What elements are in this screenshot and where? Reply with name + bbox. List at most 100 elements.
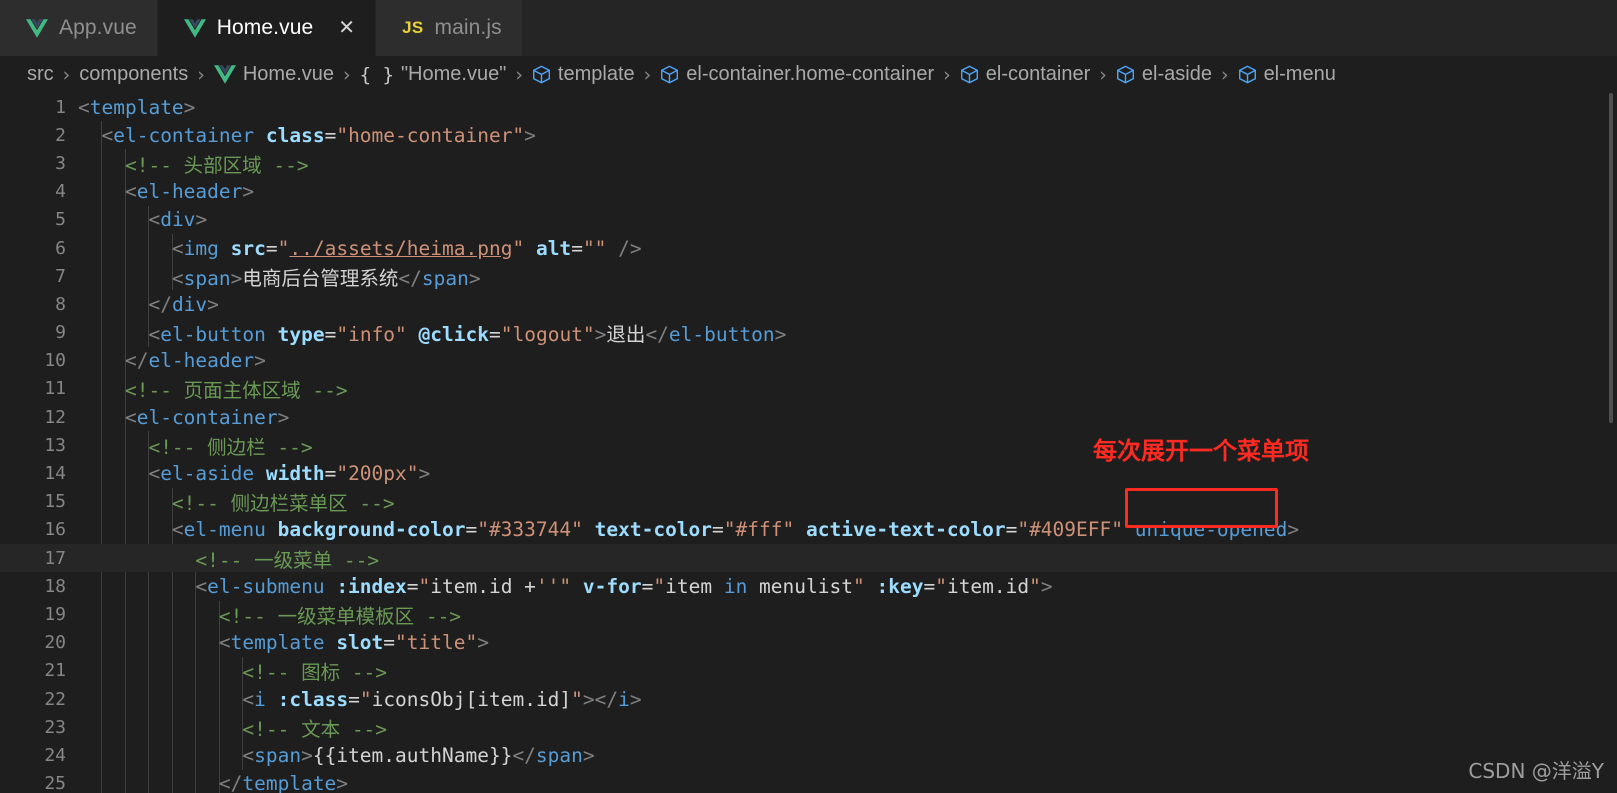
code-line-content: </template> <box>78 772 1617 793</box>
code-token: = <box>489 323 501 347</box>
breadcrumb-separator: › <box>343 63 351 86</box>
code-token: item <box>665 574 724 598</box>
code-line[interactable]: 4 <el-header> <box>0 178 1617 206</box>
code-token: template <box>230 631 325 655</box>
code-line[interactable]: 11 <!-- 页面主体区域 --> <box>0 375 1617 403</box>
code-token: > <box>1040 574 1053 598</box>
code-line[interactable]: 2 <el-container class="home-container"> <box>0 121 1617 149</box>
code-token: < <box>171 266 184 290</box>
code-line[interactable]: 21 <!-- 图标 --> <box>0 657 1617 685</box>
breadcrumb-item-el-aside[interactable]: el-aside <box>1116 63 1212 86</box>
code-token: </ <box>148 292 172 316</box>
code-token: < <box>218 631 231 655</box>
code-line[interactable]: 13 <!-- 侧边栏 --> <box>0 431 1617 459</box>
code-token: active-text-color <box>805 518 1006 542</box>
breadcrumb-item-src[interactable]: src <box>27 63 54 86</box>
code-token: :index <box>336 574 407 598</box>
code-line-content: <template slot="title"> <box>78 631 1617 654</box>
code-line[interactable]: 18 <el-submenu :index="item.id +''" v-fo… <box>0 572 1617 600</box>
code-line[interactable]: 10 </el-header> <box>0 347 1617 375</box>
line-number: 11 <box>44 378 66 400</box>
code-line-content: </div> <box>78 293 1617 316</box>
breadcrumb-item-el-menu[interactable]: el-menu <box>1238 63 1336 86</box>
code-token: > <box>468 266 481 290</box>
code-token: el-menu <box>183 518 266 542</box>
code-line[interactable]: 24 <span>{{item.authName}}</span> <box>0 741 1617 769</box>
cube-icon <box>532 65 550 84</box>
code-token: = <box>712 518 724 542</box>
code-token: slot <box>336 631 384 655</box>
breadcrumb-item-label: el-container <box>985 63 1091 85</box>
breadcrumb-item-components[interactable]: components <box>79 63 188 86</box>
js-icon: JS <box>402 18 424 37</box>
code-line[interactable]: 20 <template slot="title"> <box>0 629 1617 657</box>
code-token: " <box>1029 574 1041 598</box>
code-line[interactable]: 9 <el-button type="info" @click="logout"… <box>0 319 1617 347</box>
code-token: = <box>324 123 337 147</box>
code-editor[interactable]: 1 <template> 2 <el-container class="home-c… <box>0 93 1617 793</box>
code-line[interactable]: 1 <template> <box>0 93 1617 121</box>
code-line[interactable]: 14 <el-aside width="200px"> <box>0 459 1617 487</box>
code-token: <!-- 侧边栏 --> <box>148 435 313 459</box>
line-number: 17 <box>44 547 66 569</box>
line-number: 3 <box>55 152 66 174</box>
code-line[interactable]: 23 <!-- 文本 --> <box>0 713 1617 741</box>
code-line[interactable]: 12 <el-container> <box>0 403 1617 431</box>
breadcrumb-item-template[interactable]: template <box>532 63 635 86</box>
code-line[interactable]: 25 </template> <box>0 770 1617 793</box>
code-token: > <box>183 95 196 119</box>
vue-icon <box>26 18 48 38</box>
code-line[interactable]: 17 <!-- 一级菜单 --> <box>0 544 1617 573</box>
code-token: img <box>183 236 219 260</box>
code-line-content: <el-container> <box>78 406 1617 429</box>
code-token: > <box>207 292 219 316</box>
tab-main-js[interactable]: JS main.js <box>376 0 523 56</box>
code-token: < <box>124 180 137 204</box>
vue-icon <box>213 65 236 84</box>
tab-app-vue[interactable]: App.vue <box>0 0 158 56</box>
code-line[interactable]: 16 <el-menu background-color="#333744" t… <box>0 516 1617 544</box>
breadcrumb-item-home-vue[interactable]: { } "Home.vue" <box>360 63 507 86</box>
code-token: '' <box>535 574 560 598</box>
code-line[interactable]: 8 </div> <box>0 290 1617 318</box>
code-line[interactable]: 22 <i :class="iconsObj[item.id]"></i> <box>0 685 1617 713</box>
line-number: 10 <box>44 350 66 372</box>
code-line[interactable]: 3 <!-- 头部区域 --> <box>0 149 1617 177</box>
code-line-content: <el-submenu :index="item.id +''" v-for="… <box>78 575 1617 598</box>
cube-icon <box>1116 65 1134 84</box>
close-icon[interactable]: ✕ <box>338 18 355 38</box>
code-line[interactable]: 15 <!-- 侧边栏菜单区 --> <box>0 488 1617 516</box>
code-token: <!-- 头部区域 --> <box>124 153 309 177</box>
code-token: src <box>230 236 266 260</box>
line-number: 2 <box>55 124 66 146</box>
code-line[interactable]: 19 <!-- 一级菜单模板区 --> <box>0 600 1617 628</box>
code-token: < <box>242 687 255 711</box>
breadcrumb-item-label: el-aside <box>1141 63 1212 85</box>
vertical-scrollbar-thumb[interactable] <box>1609 93 1613 423</box>
breadcrumb-item-el-container[interactable]: el-container <box>960 63 1091 86</box>
code-line[interactable]: 7 <span>电商后台管理系统</span> <box>0 262 1617 290</box>
code-token: > <box>477 631 489 655</box>
code-line-content: <!-- 头部区域 --> <box>78 149 1617 178</box>
code-token: = <box>641 574 654 598</box>
breadcrumb-item-home-vue[interactable]: Home.vue <box>213 63 334 86</box>
line-number: 19 <box>44 603 66 625</box>
code-line[interactable]: 6 <img src="../assets/heima.png" alt="" … <box>0 234 1617 262</box>
code-token: = <box>465 518 478 542</box>
vue-icon <box>183 18 206 38</box>
code-line[interactable]: 5 <div> <box>0 206 1617 234</box>
breadcrumb-item-label: "Home.vue" <box>400 63 507 85</box>
code-line-content: <el-button type="info" @click="logout">退… <box>78 318 1617 347</box>
line-number: 4 <box>55 181 66 203</box>
tab-home-vue[interactable]: Home.vue ✕ <box>157 0 377 56</box>
breadcrumb-item-el-container-home-container[interactable]: el-container.home-container <box>660 63 934 86</box>
